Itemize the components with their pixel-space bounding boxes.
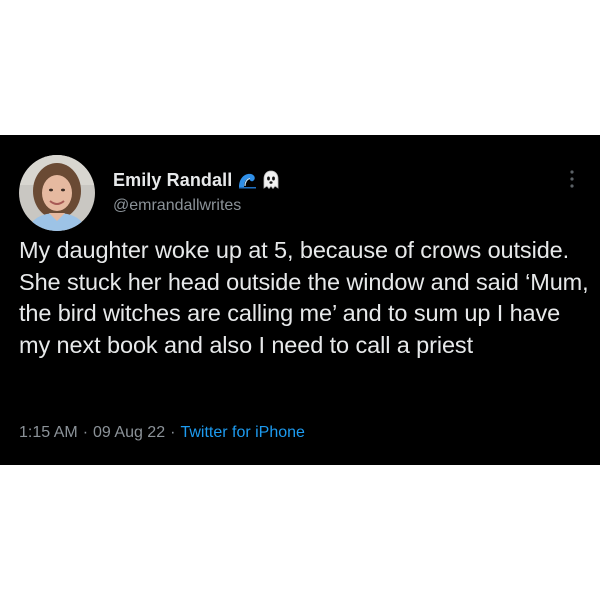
tweet-time[interactable]: 1:15 AM <box>19 424 78 442</box>
wave-icon <box>237 171 257 189</box>
handle[interactable]: @emrandallwrites <box>113 197 280 215</box>
avatar-image <box>19 155 95 231</box>
tweet-meta: 1:15 AM · 09 Aug 22 · Twitter for iPhone <box>19 424 305 442</box>
tweet-author: Emily Randall @emrandallwrites <box>113 168 280 215</box>
meta-separator: · <box>170 424 176 441</box>
ghost-icon <box>262 170 280 190</box>
tweet-source-link[interactable]: Twitter for iPhone <box>180 424 305 442</box>
tweet-text: My daughter woke up at 5, because of cro… <box>19 237 589 358</box>
display-name[interactable]: Emily Randall <box>113 170 232 191</box>
tweet-card: Emily Randall @emrandallwrites My daught… <box>0 135 600 465</box>
page: Emily Randall @emrandallwrites My daught… <box>0 0 600 600</box>
more-vertical-icon[interactable] <box>565 165 579 195</box>
meta-separator: · <box>82 424 89 441</box>
name-row: Emily Randall <box>113 168 280 192</box>
avatar[interactable] <box>19 155 95 231</box>
tweet-date[interactable]: 09 Aug 22 <box>93 424 165 442</box>
